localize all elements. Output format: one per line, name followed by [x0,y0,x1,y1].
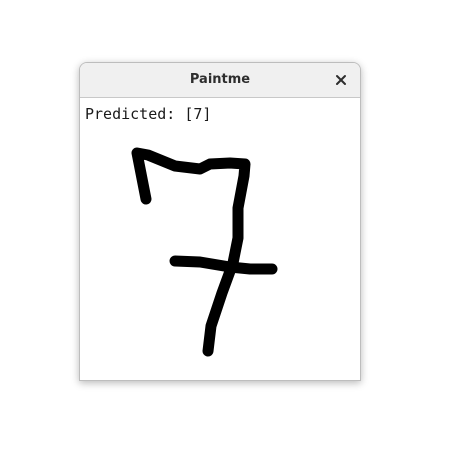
title-bar[interactable]: Paintme [80,63,360,98]
handwritten-digit [131,147,278,357]
drawing-canvas[interactable]: Predicted: [7] [80,98,360,380]
close-icon [336,75,346,85]
digit-stroke-top [131,147,251,357]
digit-stroke-crossbar [169,255,278,275]
window-title: Paintme [189,72,251,87]
close-button[interactable] [332,71,350,89]
paintme-window: Paintme Predicted: [7] [79,62,361,381]
